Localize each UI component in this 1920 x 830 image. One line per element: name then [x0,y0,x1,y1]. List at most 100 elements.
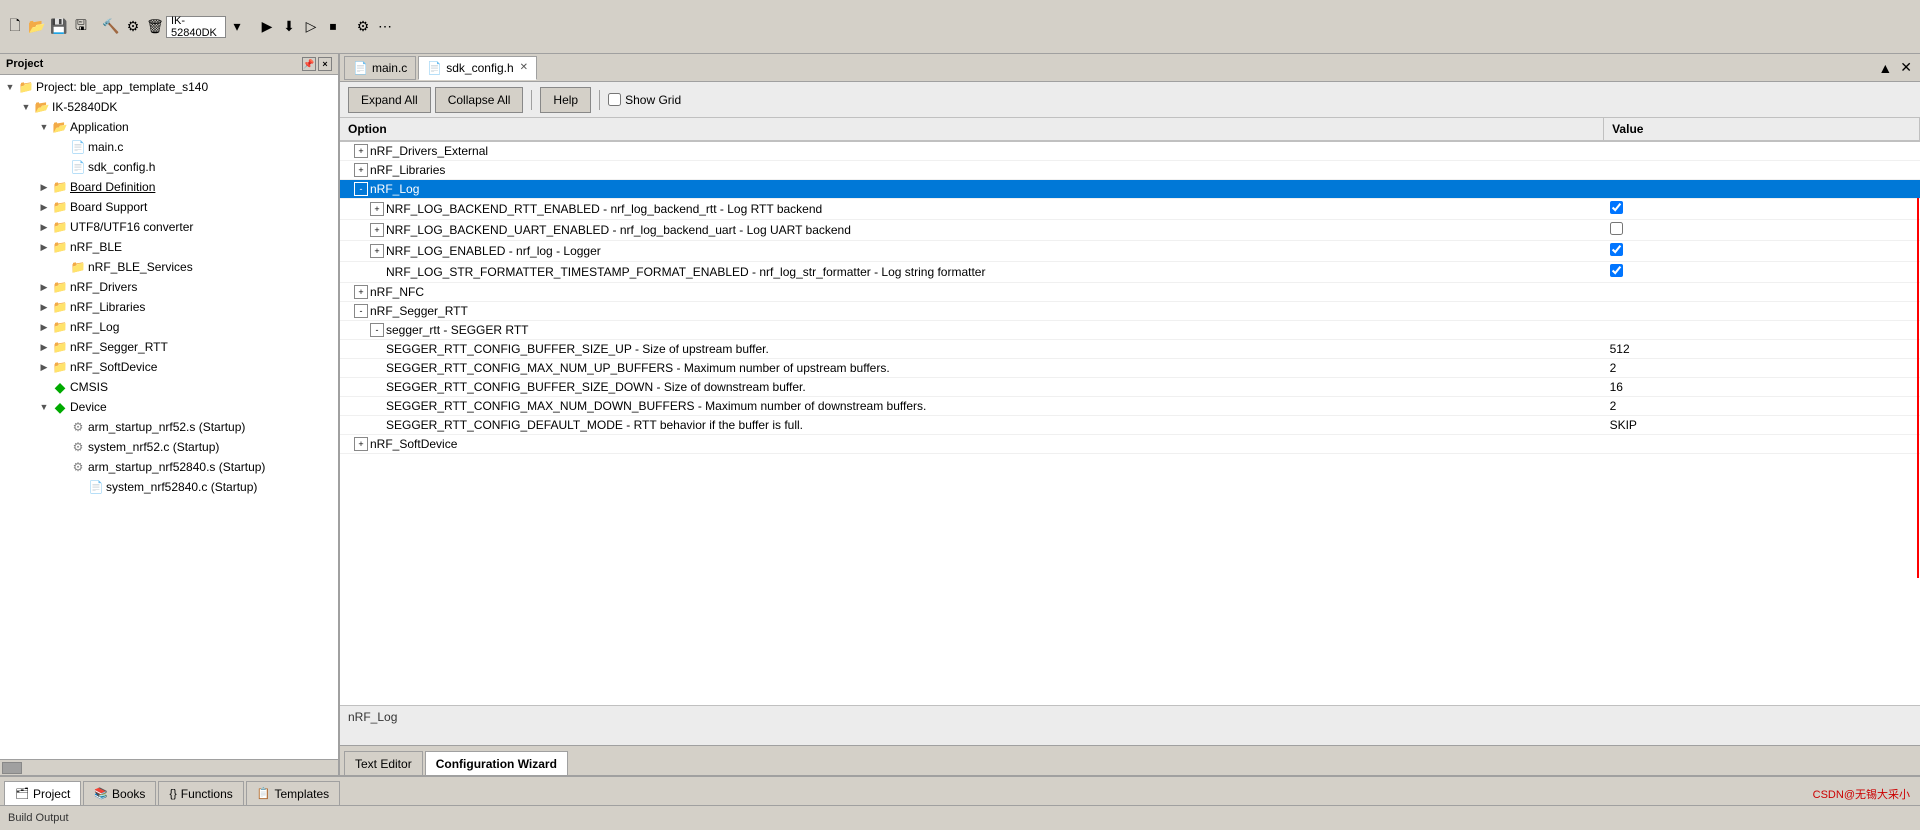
panel-pin-btn[interactable]: 📌 [302,57,316,71]
expand-icon-nrf-libraries[interactable]: ▶ [36,299,52,315]
tree-item-main-c[interactable]: ▷ 📄 main.c [0,137,338,157]
toolbar-icon-more[interactable]: ⋯ [375,17,395,37]
help-btn[interactable]: Help [540,87,591,113]
tree-item-nrf-libraries[interactable]: ▶ 📁 nRF_Libraries [0,297,338,317]
tree-item-utf8-converter[interactable]: ▶ 📁 UTF8/UTF16 converter [0,217,338,237]
toolbar-icon-download[interactable]: ⬇ [279,17,299,37]
config-row-nrf-log[interactable]: - nRF_Log [340,180,1920,199]
toolbar-icon-new[interactable]: 🗋 [5,17,25,37]
tab-sdk-config-close[interactable]: ✕ [520,62,528,73]
bottom-tab-project[interactable]: 🗂 Project [4,781,81,805]
option-max-up-buffers[interactable]: SEGGER_RTT_CONFIG_MAX_NUM_UP_BUFFERS - M… [340,359,1604,378]
expand-btn-nrf-drivers-ext[interactable]: + [354,144,368,158]
expand-btn-nrf-libraries[interactable]: + [354,163,368,177]
tree-hscroll[interactable] [0,759,338,775]
toolbar-icon-debug[interactable]: ▶ [257,17,277,37]
tab-main-c[interactable]: 📄 main.c [344,56,416,80]
option-nrf-log[interactable]: - nRF_Log [340,180,1604,199]
config-row-nrf-libraries[interactable]: + nRF_Libraries [340,161,1920,180]
panel-close-btn[interactable]: × [318,57,332,71]
expand-icon-nrf-segger[interactable]: ▶ [36,339,52,355]
tree-item-nrf-drivers[interactable]: ▶ 📁 nRF_Drivers [0,277,338,297]
checkbox-rtt-enabled[interactable] [1610,201,1623,214]
expand-icon-nrf-softdevice[interactable]: ▶ [36,359,52,375]
tree-item-board-definition[interactable]: ▶ 📁 Board Definition [0,177,338,197]
toolbar-icon-stop[interactable]: ⏹ [323,17,343,37]
option-rtt-enabled[interactable]: + NRF_LOG_BACKEND_RTT_ENABLED - nrf_log_… [340,199,1604,220]
toolbar-icon-rebuild[interactable]: ⚙ [123,17,143,37]
expand-icon-ik52840dk[interactable]: ▼ [18,99,34,115]
config-row-default-mode[interactable]: SEGGER_RTT_CONFIG_DEFAULT_MODE - RTT beh… [340,416,1920,435]
expand-icon-board-support[interactable]: ▶ [36,199,52,215]
config-row-max-up-buffers[interactable]: SEGGER_RTT_CONFIG_MAX_NUM_UP_BUFFERS - M… [340,359,1920,378]
expand-btn-uart-enabled[interactable]: + [370,223,384,237]
bottom-tab-functions[interactable]: {} Functions [158,781,243,805]
toolbar-icon-saveall[interactable]: 🖫 [71,17,91,37]
config-row-segger-rtt[interactable]: - segger_rtt - SEGGER RTT [340,321,1920,340]
tree-item-arm-startup-nrf52s[interactable]: ▷ ⚙ arm_startup_nrf52.s (Startup) [0,417,338,437]
config-row-buffer-size-up[interactable]: SEGGER_RTT_CONFIG_BUFFER_SIZE_UP - Size … [340,340,1920,359]
collapse-all-btn[interactable]: Collapse All [435,87,524,113]
toolbar-icon-open[interactable]: 📂 [27,17,47,37]
toolbar-icon-save[interactable]: 💾 [49,17,69,37]
expand-icon-application[interactable]: ▼ [36,119,52,135]
value-uart-enabled[interactable] [1604,220,1920,241]
expand-icon-project-root[interactable]: ▼ [2,79,18,95]
maximize-editor-btn[interactable]: ▲ [1874,60,1896,76]
option-buffer-size-down[interactable]: SEGGER_RTT_CONFIG_BUFFER_SIZE_DOWN - Siz… [340,378,1604,397]
config-row-uart-enabled[interactable]: + NRF_LOG_BACKEND_UART_ENABLED - nrf_log… [340,220,1920,241]
checkbox-str-formatter[interactable] [1610,264,1623,277]
expand-btn-segger-rtt[interactable]: - [370,323,384,337]
config-row-str-formatter[interactable]: NRF_LOG_STR_FORMATTER_TIMESTAMP_FORMAT_E… [340,262,1920,283]
tree-item-system-nrf52840c[interactable]: ▷ 📄 system_nrf52840.c (Startup) [0,477,338,497]
config-table-container[interactable]: Option Value + nRF_Drivers_External [340,118,1920,705]
value-log-enabled[interactable] [1604,241,1920,262]
option-log-enabled[interactable]: + NRF_LOG_ENABLED - nrf_log - Logger [340,241,1604,262]
toolbar-icon-build[interactable]: 🔨 [101,17,121,37]
tree-item-device[interactable]: ▼ ◆ Device [0,397,338,417]
show-grid-checkbox[interactable] [608,93,621,106]
option-buffer-size-up[interactable]: SEGGER_RTT_CONFIG_BUFFER_SIZE_UP - Size … [340,340,1604,359]
project-tree[interactable]: ▼ 📁 Project: ble_app_template_s140 ▼ 📂 I… [0,75,338,759]
tree-item-application[interactable]: ▼ 📂 Application [0,117,338,137]
option-uart-enabled[interactable]: + NRF_LOG_BACKEND_UART_ENABLED - nrf_log… [340,220,1604,241]
close-editor-btn[interactable]: ✕ [1896,59,1916,76]
option-nrf-softdevice[interactable]: + nRF_SoftDevice [340,435,1604,454]
tree-item-nrf-softdevice[interactable]: ▶ 📁 nRF_SoftDevice [0,357,338,377]
expand-btn-nrf-segger-rtt[interactable]: - [354,304,368,318]
target-selector[interactable]: IK-52840DK [166,16,226,38]
expand-icon-device[interactable]: ▼ [36,399,52,415]
expand-all-btn[interactable]: Expand All [348,87,431,113]
toolbar-icon-dropdown[interactable]: ▾ [227,17,247,37]
config-row-buffer-size-down[interactable]: SEGGER_RTT_CONFIG_BUFFER_SIZE_DOWN - Siz… [340,378,1920,397]
option-nrf-segger-rtt[interactable]: - nRF_Segger_RTT [340,302,1604,321]
hscroll-thumb[interactable] [2,762,22,774]
toolbar-icon-clean[interactable]: 🗑 [145,17,165,37]
tab-text-editor[interactable]: Text Editor [344,751,423,775]
tree-item-nrf-log[interactable]: ▶ 📁 nRF_Log [0,317,338,337]
config-row-nrf-segger-rtt[interactable]: - nRF_Segger_RTT [340,302,1920,321]
expand-icon-utf8[interactable]: ▶ [36,219,52,235]
expand-btn-log-enabled[interactable]: + [370,244,384,258]
bottom-tab-templates[interactable]: 📋 Templates [246,781,340,805]
expand-btn-rtt-enabled[interactable]: + [370,202,384,216]
show-grid-label[interactable]: Show Grid [608,93,681,107]
option-nrf-libraries[interactable]: + nRF_Libraries [340,161,1604,180]
expand-icon-board-def[interactable]: ▶ [36,179,52,195]
option-nrf-drivers-ext[interactable]: + nRF_Drivers_External [340,141,1604,161]
expand-icon-nrf-ble[interactable]: ▶ [36,239,52,255]
tab-config-wizard[interactable]: Configuration Wizard [425,751,568,775]
tree-item-arm-startup-nrf52840s[interactable]: ▷ ⚙ arm_startup_nrf52840.s (Startup) [0,457,338,477]
config-row-max-down-buffers[interactable]: SEGGER_RTT_CONFIG_MAX_NUM_DOWN_BUFFERS -… [340,397,1920,416]
tree-item-nrf-segger-rtt[interactable]: ▶ 📁 nRF_Segger_RTT [0,337,338,357]
expand-btn-nrf-log[interactable]: - [354,182,368,196]
expand-icon-nrf-log[interactable]: ▶ [36,319,52,335]
tree-item-system-nrf52c[interactable]: ▷ ⚙ system_nrf52.c (Startup) [0,437,338,457]
config-row-nrf-drivers-ext[interactable]: + nRF_Drivers_External [340,141,1920,161]
toolbar-icon-settings[interactable]: ⚙ [353,17,373,37]
option-nrf-nfc[interactable]: + nRF_NFC [340,283,1604,302]
tree-item-nrf-ble[interactable]: ▶ 📁 nRF_BLE [0,237,338,257]
option-default-mode[interactable]: SEGGER_RTT_CONFIG_DEFAULT_MODE - RTT beh… [340,416,1604,435]
tree-item-nrf-ble-services[interactable]: ▷ 📁 nRF_BLE_Services [0,257,338,277]
config-row-nrf-nfc[interactable]: + nRF_NFC [340,283,1920,302]
